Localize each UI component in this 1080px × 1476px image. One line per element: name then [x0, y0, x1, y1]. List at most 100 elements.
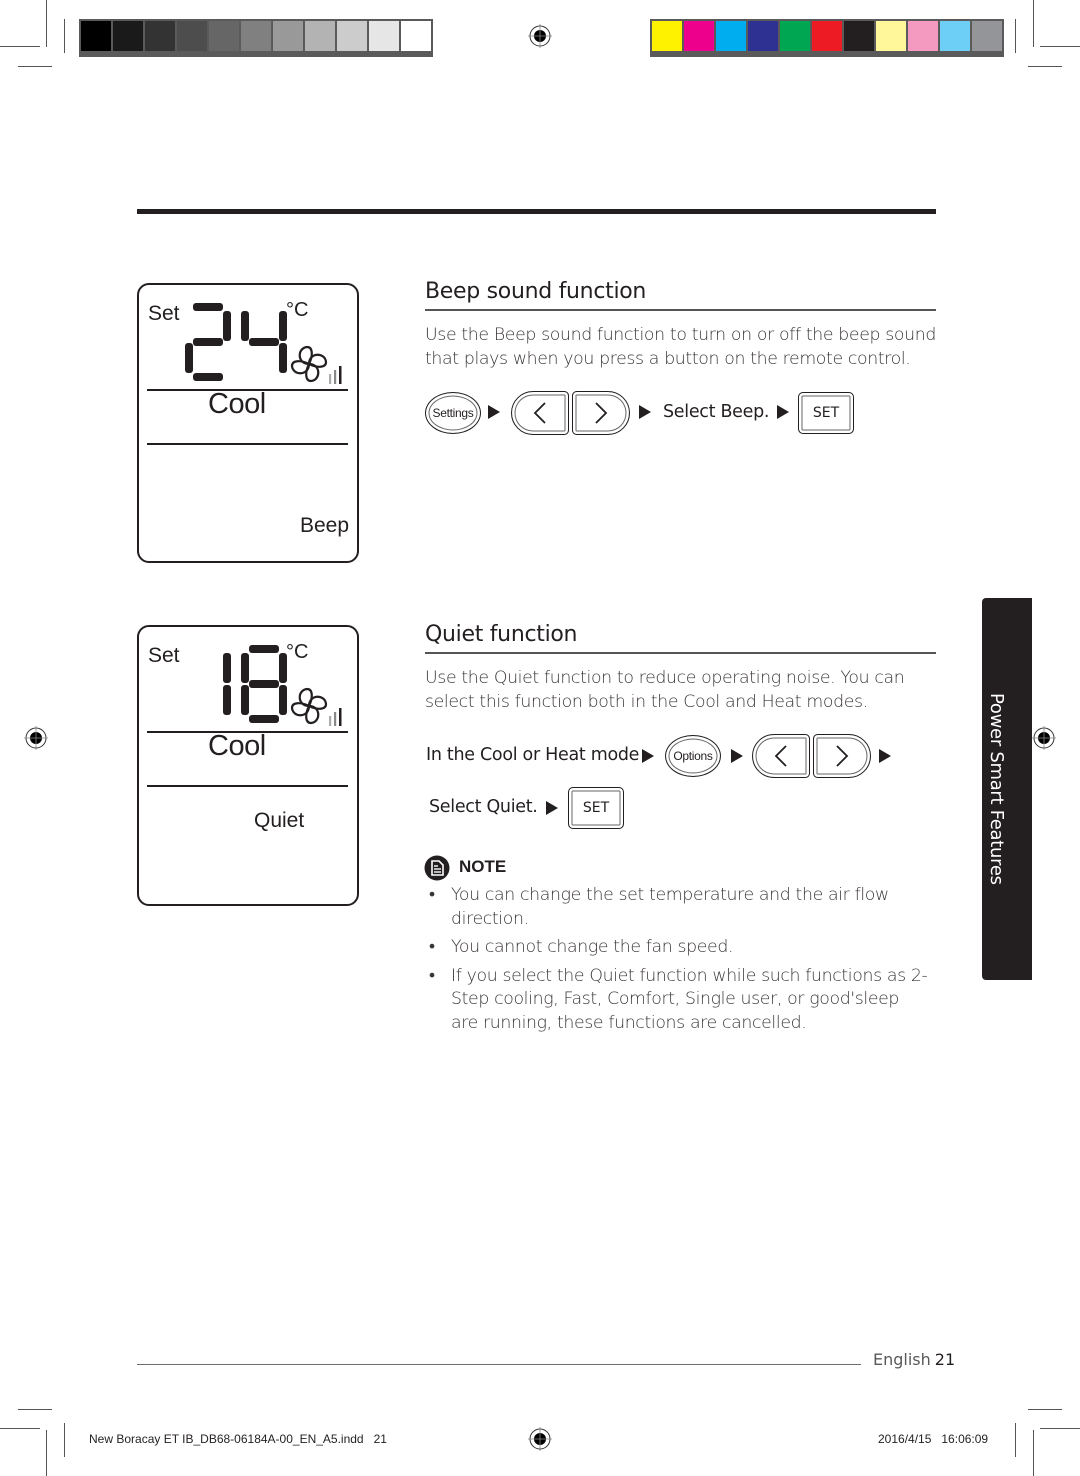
color-swatch — [337, 21, 367, 51]
display-set-label: Set — [148, 644, 180, 667]
set-button: SET — [568, 787, 624, 829]
slug-filename: New Boracay ET IB_DB68-06184A-00_EN_A5.i… — [89, 1432, 387, 1446]
note-icon — [424, 855, 450, 881]
fan-icon — [290, 345, 342, 384]
crop-mark — [18, 1409, 52, 1410]
crop-mark — [1015, 19, 1016, 53]
section-title-rule — [425, 309, 936, 311]
display-unit: °C — [286, 641, 309, 663]
note-item-text: You can change the set temperature and t… — [451, 885, 889, 929]
color-swatch — [844, 21, 874, 51]
lcd-segment — [249, 680, 279, 688]
lcd-segment — [241, 311, 249, 341]
display-mode: Cool — [208, 730, 266, 762]
lcd-segment — [279, 685, 287, 715]
lcd-segment — [193, 303, 223, 311]
crop-mark — [1033, 1430, 1034, 1476]
color-swatch — [908, 21, 938, 51]
footer-page-number: 21 — [934, 1350, 956, 1369]
step-arrow-icon — [546, 801, 558, 815]
color-swatch — [812, 21, 842, 51]
color-swatch — [748, 21, 778, 51]
section-description-beep: Use the Beep sound function to turn on o… — [425, 325, 936, 369]
display-divider — [147, 785, 348, 787]
lcd-segment — [241, 685, 249, 715]
step-arrow-icon — [777, 405, 789, 419]
chapter-side-tab-label: Power Smart Features — [986, 693, 1007, 885]
color-swatch — [684, 21, 714, 51]
note-item-text: You cannot change the fan speed. — [451, 937, 734, 957]
right-button — [813, 734, 871, 778]
lcd-segment — [223, 311, 231, 341]
chevron-right-icon — [595, 402, 608, 424]
section-description-quiet: Use the Quiet function to reduce operati… — [425, 668, 905, 712]
right-button — [572, 391, 630, 435]
crop-mark — [0, 46, 40, 47]
lcd-segment — [193, 373, 223, 381]
display-function: Beep — [300, 514, 350, 537]
footer-language: English — [873, 1350, 931, 1369]
color-swatch — [273, 21, 303, 51]
lcd-segment — [223, 685, 231, 715]
lcd-segment — [223, 653, 231, 683]
remote-display-beep: Set °C Cool Beep — [137, 283, 359, 563]
note-item-text: If you select the Quiet function while s… — [451, 965, 928, 1033]
seven-segment-temperature — [185, 303, 287, 381]
note-title: NOTE — [459, 857, 507, 876]
section-title-beep: Beep sound function — [425, 279, 647, 304]
left-button — [511, 391, 569, 435]
remote-display-quiet: Set °C Cool Quiet — [137, 625, 359, 906]
seven-segment-temperature — [223, 645, 287, 723]
step-select-beep: Select Beep. — [663, 402, 770, 422]
crop-mark — [46, 0, 47, 47]
crop-mark — [64, 19, 65, 53]
chevron-right-icon — [836, 745, 849, 767]
crop-mark — [64, 1423, 65, 1457]
bullet-icon: • — [429, 965, 435, 986]
footer-page-label: English 21 — [873, 1350, 955, 1369]
crop-mark — [1033, 0, 1034, 47]
bullet-icon: • — [429, 885, 435, 905]
color-swatch-bar — [650, 19, 1004, 57]
bullet-icon: • — [429, 937, 435, 957]
crop-mark — [1015, 1423, 1016, 1457]
slug-timestamp: 2016/4/15 16:06:09 — [878, 1432, 989, 1446]
crop-mark — [1028, 66, 1062, 67]
color-swatch — [305, 21, 335, 51]
crop-mark — [46, 1430, 47, 1476]
set-button: SET — [798, 392, 854, 434]
step-arrow-icon — [879, 749, 891, 763]
section-title-quiet: Quiet function — [425, 622, 578, 647]
crop-mark — [1040, 46, 1080, 47]
step-arrow-icon — [642, 749, 654, 763]
registration-mark-icon — [1032, 726, 1056, 750]
options-button: Options — [665, 735, 721, 777]
color-swatch — [209, 21, 239, 51]
color-swatch — [113, 21, 143, 51]
registration-mark-icon — [528, 1427, 552, 1451]
display-function: Quiet — [254, 809, 305, 832]
lcd-segment — [249, 338, 279, 346]
fan-icon — [290, 687, 342, 726]
set-button-label: SET — [812, 405, 840, 421]
gray-swatch-bar — [79, 19, 433, 57]
settings-button-label: Settings — [432, 406, 474, 420]
color-swatch — [401, 21, 431, 51]
step-select-quiet: Select Quiet. — [429, 797, 538, 817]
color-swatch — [876, 21, 906, 51]
options-button-label: Options — [673, 749, 713, 763]
chevron-left-icon — [533, 402, 546, 424]
display-mode: Cool — [208, 388, 266, 420]
color-swatch — [145, 21, 175, 51]
step-arrow-icon — [488, 405, 500, 419]
crop-mark — [18, 66, 52, 67]
footer-rule — [137, 1364, 861, 1365]
note-list: • You can change the set temperature and … — [429, 884, 929, 1040]
color-swatch — [652, 21, 682, 51]
registration-mark-icon — [528, 24, 552, 48]
color-swatch — [369, 21, 399, 51]
left-button — [752, 734, 810, 778]
settings-button: Settings — [425, 392, 481, 434]
registration-mark-icon — [24, 726, 48, 750]
color-swatch — [241, 21, 271, 51]
